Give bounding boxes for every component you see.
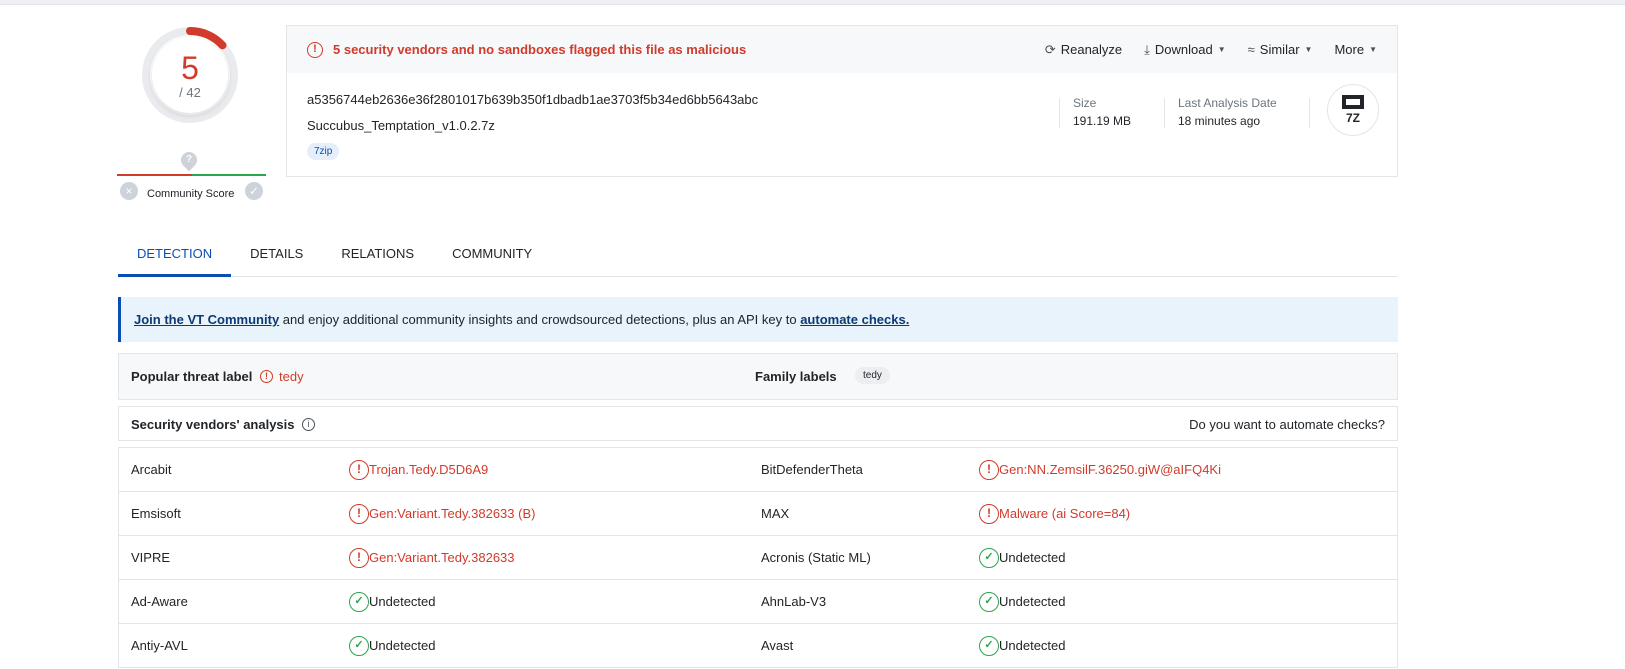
check-icon: ✓ (349, 636, 369, 656)
vendor-result: Undetected (999, 594, 1066, 609)
vote-harmful-icon[interactable]: × (120, 182, 138, 200)
community-bar-positive (192, 174, 266, 176)
tab-detection[interactable]: DETECTION (118, 234, 232, 277)
detection-count: 5 (181, 49, 199, 86)
vendor-name: Emsisoft (131, 506, 181, 521)
alert-icon: ! (307, 41, 323, 58)
similar-label: Similar (1259, 42, 1300, 57)
top-border (0, 0, 1625, 5)
reanalyze-label: Reanalyze (1060, 42, 1123, 57)
community-bar-negative (117, 174, 192, 176)
vendor-name: Arcabit (131, 462, 172, 477)
tab-community[interactable]: COMMUNITY (433, 234, 551, 277)
archive-icon (1342, 95, 1364, 109)
alert-icon: ! (979, 460, 999, 480)
last-analysis-label: Last Analysis Date (1178, 96, 1277, 110)
download-label: Download (1154, 42, 1213, 57)
vendor-name: VIPRE (131, 550, 171, 565)
vendors-header: Security vendors' analysis i Do you want… (118, 406, 1398, 441)
tab-details[interactable]: DETAILS (231, 234, 322, 277)
alert-icon: ! (260, 370, 273, 383)
tab-relations[interactable]: RELATIONS (322, 234, 433, 277)
table-row: Emsisoft! Gen:Variant.Tedy.382633 (B) MAX!… (119, 492, 1397, 536)
community-banner: Join the VT Community and enjoy addition… (118, 297, 1398, 342)
file-type-icon: 7Z (1327, 84, 1379, 136)
download-button[interactable]: ⤓ Download ▼ (1144, 42, 1226, 58)
detection-total: / 42 (179, 84, 201, 100)
vendors-title: Security vendors' analysis (131, 417, 295, 432)
join-community-link[interactable]: Join the VT Community (134, 312, 279, 327)
similar-icon: ≈ (1247, 42, 1255, 57)
size-label: Size (1073, 96, 1097, 110)
vendor-name: MAX (761, 506, 790, 521)
vendor-result: Undetected (369, 594, 436, 609)
file-type-text: 7Z (1345, 111, 1360, 125)
file-name: Succubus_Temptation_v1.0.2.7z (307, 118, 495, 133)
chevron-down-icon: ▼ (1304, 45, 1313, 54)
more-button[interactable]: More ▼ (1334, 42, 1377, 57)
reanalyze-button[interactable]: ⟳ Reanalyze (1045, 42, 1122, 58)
file-tag[interactable]: 7zip (307, 143, 340, 160)
table-row: VIPRE! Gen:Variant.Tedy.382633 Acronis (St… (119, 536, 1397, 580)
vendor-name: Acronis (Static ML) (761, 550, 871, 565)
table-row: Arcabit! Trojan.Tedy.D5D6A9 BitDefenderThe… (119, 448, 1397, 492)
community-pin-icon: ? (177, 148, 201, 172)
refresh-icon: ⟳ (1044, 41, 1056, 57)
tab-bar: DETECTION DETAILS RELATIONS COMMUNITY (118, 234, 1398, 277)
vendor-name: Antiy-AVL (131, 638, 188, 653)
chevron-down-icon: ▼ (1217, 45, 1226, 54)
check-icon: ✓ (979, 636, 999, 656)
alert-icon: ! (349, 460, 369, 480)
family-label-pill[interactable]: tedy (855, 367, 890, 384)
vendor-result: Undetected (999, 550, 1066, 565)
vendor-name: AhnLab-V3 (761, 594, 827, 609)
table-row: Ad-Aware ✓ Undetected AhnLab-V3 ✓ Undetected (119, 580, 1397, 624)
automate-checks-prompt[interactable]: Do you want to automate checks? (1189, 417, 1385, 432)
vendor-name: BitDefenderTheta (761, 462, 863, 477)
alert-bar: ! 5 security vendors and no sandboxes fl… (287, 26, 1397, 73)
file-summary-card: ! 5 security vendors and no sandboxes fl… (286, 25, 1398, 177)
size-value: 191.19 MB (1073, 114, 1132, 128)
chevron-down-icon: ▼ (1369, 45, 1377, 54)
banner-text: and enjoy additional community insights … (279, 312, 801, 327)
detection-score: 5 / 42 (152, 37, 228, 113)
community-score-label: Community Score (147, 188, 235, 200)
popular-threat-label-title: Popular threat label (131, 369, 253, 384)
automate-checks-link[interactable]: automate checks. (800, 312, 909, 327)
alert-icon: ! (349, 548, 369, 568)
vendor-result: Undetected (999, 638, 1066, 653)
file-hash[interactable]: a5356744eb2636e36f2801017b639b350f1dbadb… (307, 92, 758, 107)
vendor-name: Avast (761, 638, 794, 653)
vendors-table: Arcabit! Trojan.Tedy.D5D6A9 BitDefenderThe… (118, 447, 1398, 668)
last-analysis-value: 18 minutes ago (1178, 114, 1261, 128)
check-icon: ✓ (979, 592, 999, 612)
check-icon: ✓ (349, 592, 369, 612)
vendor-name: Ad-Aware (131, 594, 188, 609)
divider (1164, 98, 1165, 128)
vendor-result: Undetected (369, 638, 436, 653)
alert-icon: ! (349, 504, 369, 524)
family-labels-title: Family labels (755, 369, 837, 384)
divider (1309, 98, 1310, 128)
download-icon: ⤓ (1144, 41, 1150, 57)
threat-labels-row: Popular threat label ! tedy Family label… (118, 353, 1398, 400)
divider (1059, 98, 1060, 128)
vendor-result[interactable]: Malware (ai Score=84) (999, 506, 1130, 521)
info-icon[interactable]: i (302, 418, 315, 431)
action-toolbar: ⟳ Reanalyze ⤓ Download ▼ ≈ Similar ▼ Mor… (1045, 26, 1377, 73)
vendor-result[interactable]: Gen:Variant.Tedy.382633 (B) (369, 506, 535, 521)
alert-text: 5 security vendors and no sandboxes flag… (333, 42, 747, 57)
more-label: More (1334, 42, 1365, 57)
popular-threat-label-value[interactable]: tedy (279, 369, 304, 384)
similar-button[interactable]: ≈ Similar ▼ (1248, 42, 1313, 57)
vendor-result[interactable]: Gen:Variant.Tedy.382633 (369, 550, 515, 565)
check-icon: ✓ (979, 548, 999, 568)
table-row: Antiy-AVL ✓ Undetected Avast ✓ Undetected (119, 624, 1397, 668)
vote-harmless-icon[interactable]: ✓ (245, 182, 263, 200)
alert-icon: ! (979, 504, 999, 524)
vendor-result[interactable]: Gen:NN.ZemsilF.36250.giW@aIFQ4Ki (999, 462, 1221, 477)
vendor-result[interactable]: Trojan.Tedy.D5D6A9 (369, 462, 488, 477)
